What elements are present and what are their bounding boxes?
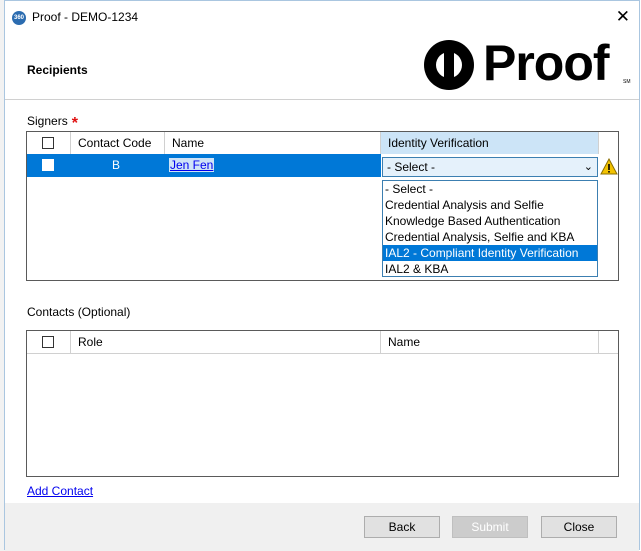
signers-grid: Contact Code Name Identity Verification … — [26, 131, 619, 281]
identity-verification-dropdown: - Select - Credential Analysis and Selfi… — [382, 180, 598, 277]
select-all-header — [27, 331, 71, 353]
proof-logo-icon — [424, 40, 474, 90]
logo-service-mark: SM — [623, 79, 631, 85]
column-header-name[interactable]: Name — [381, 331, 599, 353]
submit-button[interactable]: Submit — [452, 516, 528, 538]
column-header-identity-verification[interactable]: Identity Verification — [381, 132, 599, 154]
proof-logo: Proof SM — [423, 35, 633, 95]
signer-row-checkbox[interactable] — [42, 159, 54, 171]
window-title: Proof - DEMO-1234 — [32, 10, 139, 24]
title-bar: 360 Proof - DEMO-1234 ✕ — [5, 1, 639, 33]
dropdown-option[interactable]: IAL2 & KBA — [383, 261, 597, 277]
add-contact-link[interactable]: Add Contact — [27, 484, 93, 498]
signers-label-text: Signers — [27, 114, 68, 128]
dropdown-option[interactable]: Credential Analysis and Selfie — [383, 197, 597, 213]
identity-verification-select[interactable]: - Select - ⌄ — [382, 157, 598, 177]
contacts-grid: Role Name — [26, 330, 619, 477]
warning-icon — [600, 158, 618, 175]
column-header-contact-code[interactable]: Contact Code — [71, 132, 165, 154]
select-all-contacts-checkbox[interactable] — [42, 336, 54, 348]
logo-wordmark: Proof — [483, 35, 610, 91]
dialog-header: Recipients Proof SM — [5, 33, 639, 99]
select-value: - Select - — [387, 160, 436, 174]
table-row[interactable]: B Jen Fen — [27, 154, 381, 177]
recipients-dialog: 360 Proof - DEMO-1234 ✕ Recipients Proof… — [4, 0, 640, 551]
chevron-down-icon[interactable]: ⌄ — [584, 158, 593, 176]
dropdown-option-highlighted[interactable]: IAL2 - Compliant Identity Verification — [383, 245, 597, 261]
header-divider — [5, 99, 639, 100]
button-bar: Back Submit Close — [5, 503, 639, 551]
section-title: Recipients — [27, 63, 88, 77]
signer-name-link[interactable]: Jen Fen — [169, 158, 215, 172]
column-header-name[interactable]: Name — [165, 132, 381, 154]
column-header-role[interactable]: Role — [71, 331, 381, 353]
close-button[interactable]: Close — [541, 516, 617, 538]
back-button[interactable]: Back — [364, 516, 440, 538]
dropdown-option[interactable]: - Select - — [383, 181, 597, 197]
select-all-header — [27, 132, 71, 154]
header-divider — [27, 353, 618, 354]
select-all-signers-checkbox[interactable] — [42, 137, 54, 149]
contact-code-cell: B — [112, 158, 121, 172]
required-marker: * — [71, 115, 78, 132]
close-icon[interactable]: ✕ — [616, 7, 630, 27]
dropdown-option[interactable]: Knowledge Based Authentication — [383, 213, 597, 229]
dropdown-option[interactable]: Credential Analysis, Selfie and KBA — [383, 229, 597, 245]
signers-label: Signers * — [27, 112, 78, 132]
app-icon: 360 — [12, 11, 26, 25]
contacts-label: Contacts (Optional) — [27, 305, 131, 319]
